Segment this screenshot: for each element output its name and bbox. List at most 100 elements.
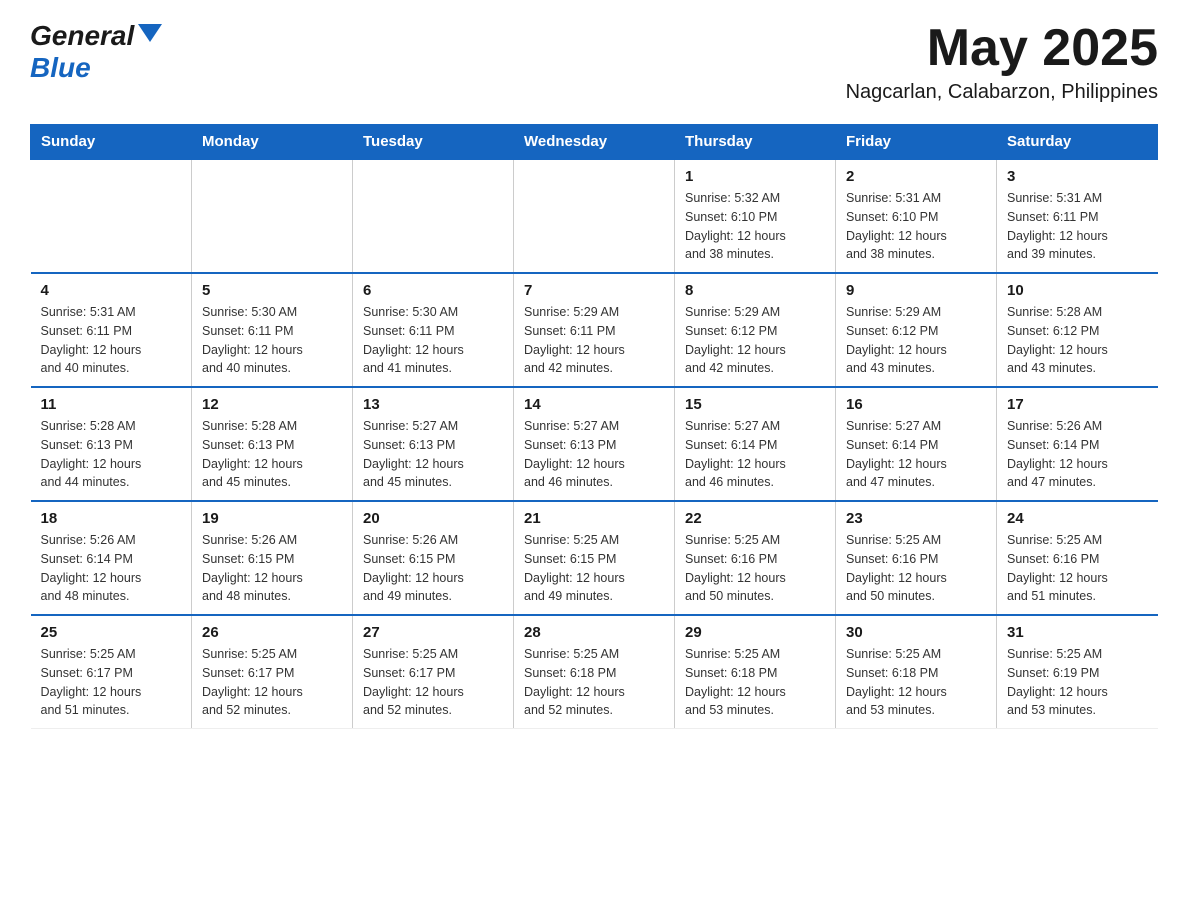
calendar-cell: 5 Sunrise: 5:30 AMSunset: 6:11 PMDaylight… [192,273,353,387]
day-sun-info: Sunrise: 5:26 AMSunset: 6:14 PMDaylight:… [1007,417,1148,492]
weekday-header-sunday: Sunday [31,125,192,160]
week-row-4: 18Sunrise: 5:26 AMSunset: 6:14 PMDayligh… [31,501,1158,615]
weekday-header-friday: Friday [836,125,997,160]
calendar-cell: 10Sunrise: 5:28 AMSunset: 6:12 PMDayligh… [997,273,1158,387]
day-sun-info: Sunrise: 5:25 AMSunset: 6:16 PMDaylight:… [1007,531,1148,606]
day-sun-info: Sunrise: 5:25 AMSunset: 6:16 PMDaylight:… [685,531,825,606]
day-number: 27 [363,624,503,641]
day-number: 23 [846,510,986,527]
day-number: 17 [1007,396,1148,413]
calendar-cell: 3 Sunrise: 5:31 AMSunset: 6:11 PMDaylight… [997,159,1158,273]
day-sun-info: Sunrise: 5:25 AMSunset: 6:18 PMDaylight:… [524,645,664,720]
calendar-cell [353,159,514,273]
calendar-cell: 24Sunrise: 5:25 AMSunset: 6:16 PMDayligh… [997,501,1158,615]
day-sun-info: Sunrise: 5:27 AMSunset: 6:14 PMDaylight:… [685,417,825,492]
day-number: 9 [846,282,986,299]
day-sun-info: Sunrise: 5:25 AMSunset: 6:19 PMDaylight:… [1007,645,1148,720]
weekday-header-saturday: Saturday [997,125,1158,160]
day-sun-info: Sunrise: 5:27 AMSunset: 6:13 PMDaylight:… [524,417,664,492]
location-subtitle: Nagcarlan, Calabarzon, Philippines [846,81,1158,104]
calendar-cell: 18Sunrise: 5:26 AMSunset: 6:14 PMDayligh… [31,501,192,615]
day-number: 13 [363,396,503,413]
day-number: 20 [363,510,503,527]
calendar-cell: 29Sunrise: 5:25 AMSunset: 6:18 PMDayligh… [675,615,836,729]
calendar-cell: 31Sunrise: 5:25 AMSunset: 6:19 PMDayligh… [997,615,1158,729]
calendar-cell: 30Sunrise: 5:25 AMSunset: 6:18 PMDayligh… [836,615,997,729]
week-row-2: 4 Sunrise: 5:31 AMSunset: 6:11 PMDaylight… [31,273,1158,387]
weekday-header-thursday: Thursday [675,125,836,160]
day-sun-info: Sunrise: 5:26 AMSunset: 6:15 PMDaylight:… [202,531,342,606]
day-number: 28 [524,624,664,641]
day-sun-info: Sunrise: 5:29 AMSunset: 6:12 PMDaylight:… [685,303,825,378]
day-sun-info: Sunrise: 5:32 AMSunset: 6:10 PMDaylight:… [685,189,825,264]
day-sun-info: Sunrise: 5:25 AMSunset: 6:18 PMDaylight:… [685,645,825,720]
day-number: 5 [202,282,342,299]
calendar-cell: 2 Sunrise: 5:31 AMSunset: 6:10 PMDaylight… [836,159,997,273]
day-number: 19 [202,510,342,527]
calendar-cell: 21Sunrise: 5:25 AMSunset: 6:15 PMDayligh… [514,501,675,615]
calendar-cell: 1 Sunrise: 5:32 AMSunset: 6:10 PMDaylight… [675,159,836,273]
day-number: 22 [685,510,825,527]
calendar-cell: 17 Sunrise: 5:26 AMSunset: 6:14 PMDayligh… [997,387,1158,501]
weekday-header-row: SundayMondayTuesdayWednesdayThursdayFrid… [31,125,1158,160]
calendar-cell: 11 Sunrise: 5:28 AMSunset: 6:13 PMDayligh… [31,387,192,501]
day-number: 2 [846,168,986,185]
logo-blue-text: Blue [30,52,91,84]
weekday-header-monday: Monday [192,125,353,160]
calendar-cell: 20 Sunrise: 5:26 AMSunset: 6:15 PMDayligh… [353,501,514,615]
weekday-header-tuesday: Tuesday [353,125,514,160]
calendar-cell: 23 Sunrise: 5:25 AMSunset: 6:16 PMDayligh… [836,501,997,615]
day-number: 18 [41,510,182,527]
logo-general-text: General [30,20,134,52]
week-row-5: 25 Sunrise: 5:25 AMSunset: 6:17 PMDayligh… [31,615,1158,729]
day-number: 4 [41,282,182,299]
page-header: General Blue May 2025 Nagcarlan, Calabar… [30,20,1158,104]
calendar-cell [514,159,675,273]
day-number: 25 [41,624,182,641]
day-sun-info: Sunrise: 5:31 AMSunset: 6:11 PMDaylight:… [41,303,182,378]
day-number: 6 [363,282,503,299]
calendar-cell: 9 Sunrise: 5:29 AMSunset: 6:12 PMDaylight… [836,273,997,387]
day-number: 10 [1007,282,1148,299]
day-number: 1 [685,168,825,185]
day-sun-info: Sunrise: 5:25 AMSunset: 6:15 PMDaylight:… [524,531,664,606]
calendar-cell: 26 Sunrise: 5:25 AMSunset: 6:17 PMDayligh… [192,615,353,729]
day-sun-info: Sunrise: 5:31 AMSunset: 6:11 PMDaylight:… [1007,189,1148,264]
day-number: 26 [202,624,342,641]
calendar-cell: 13Sunrise: 5:27 AMSunset: 6:13 PMDayligh… [353,387,514,501]
calendar-cell: 6 Sunrise: 5:30 AMSunset: 6:11 PMDaylight… [353,273,514,387]
day-sun-info: Sunrise: 5:27 AMSunset: 6:14 PMDaylight:… [846,417,986,492]
calendar-cell: 22 Sunrise: 5:25 AMSunset: 6:16 PMDayligh… [675,501,836,615]
day-number: 11 [41,396,182,413]
day-sun-info: Sunrise: 5:29 AMSunset: 6:11 PMDaylight:… [524,303,664,378]
calendar-cell: 12 Sunrise: 5:28 AMSunset: 6:13 PMDayligh… [192,387,353,501]
calendar-cell: 7 Sunrise: 5:29 AMSunset: 6:11 PMDaylight… [514,273,675,387]
week-row-1: 1 Sunrise: 5:32 AMSunset: 6:10 PMDaylight… [31,159,1158,273]
day-sun-info: Sunrise: 5:30 AMSunset: 6:11 PMDaylight:… [202,303,342,378]
day-sun-info: Sunrise: 5:28 AMSunset: 6:13 PMDaylight:… [202,417,342,492]
day-sun-info: Sunrise: 5:28 AMSunset: 6:13 PMDaylight:… [41,417,182,492]
calendar-cell: 25 Sunrise: 5:25 AMSunset: 6:17 PMDayligh… [31,615,192,729]
day-sun-info: Sunrise: 5:25 AMSunset: 6:17 PMDaylight:… [41,645,182,720]
day-sun-info: Sunrise: 5:26 AMSunset: 6:15 PMDaylight:… [363,531,503,606]
calendar-cell: 14Sunrise: 5:27 AMSunset: 6:13 PMDayligh… [514,387,675,501]
calendar-cell: 28 Sunrise: 5:25 AMSunset: 6:18 PMDayligh… [514,615,675,729]
logo: General Blue [30,20,162,84]
day-sun-info: Sunrise: 5:25 AMSunset: 6:17 PMDaylight:… [363,645,503,720]
day-number: 15 [685,396,825,413]
calendar-cell: 4 Sunrise: 5:31 AMSunset: 6:11 PMDaylight… [31,273,192,387]
day-sun-info: Sunrise: 5:25 AMSunset: 6:17 PMDaylight:… [202,645,342,720]
day-number: 3 [1007,168,1148,185]
calendar-cell: 15 Sunrise: 5:27 AMSunset: 6:14 PMDayligh… [675,387,836,501]
calendar-cell: 19 Sunrise: 5:26 AMSunset: 6:15 PMDayligh… [192,501,353,615]
weekday-header-wednesday: Wednesday [514,125,675,160]
day-sun-info: Sunrise: 5:31 AMSunset: 6:10 PMDaylight:… [846,189,986,264]
day-number: 7 [524,282,664,299]
day-sun-info: Sunrise: 5:29 AMSunset: 6:12 PMDaylight:… [846,303,986,378]
day-sun-info: Sunrise: 5:30 AMSunset: 6:11 PMDaylight:… [363,303,503,378]
day-sun-info: Sunrise: 5:25 AMSunset: 6:16 PMDaylight:… [846,531,986,606]
calendar-cell: 27 Sunrise: 5:25 AMSunset: 6:17 PMDayligh… [353,615,514,729]
day-number: 12 [202,396,342,413]
calendar-cell: 8Sunrise: 5:29 AMSunset: 6:12 PMDaylight… [675,273,836,387]
calendar-table: SundayMondayTuesdayWednesdayThursdayFrid… [30,124,1158,729]
